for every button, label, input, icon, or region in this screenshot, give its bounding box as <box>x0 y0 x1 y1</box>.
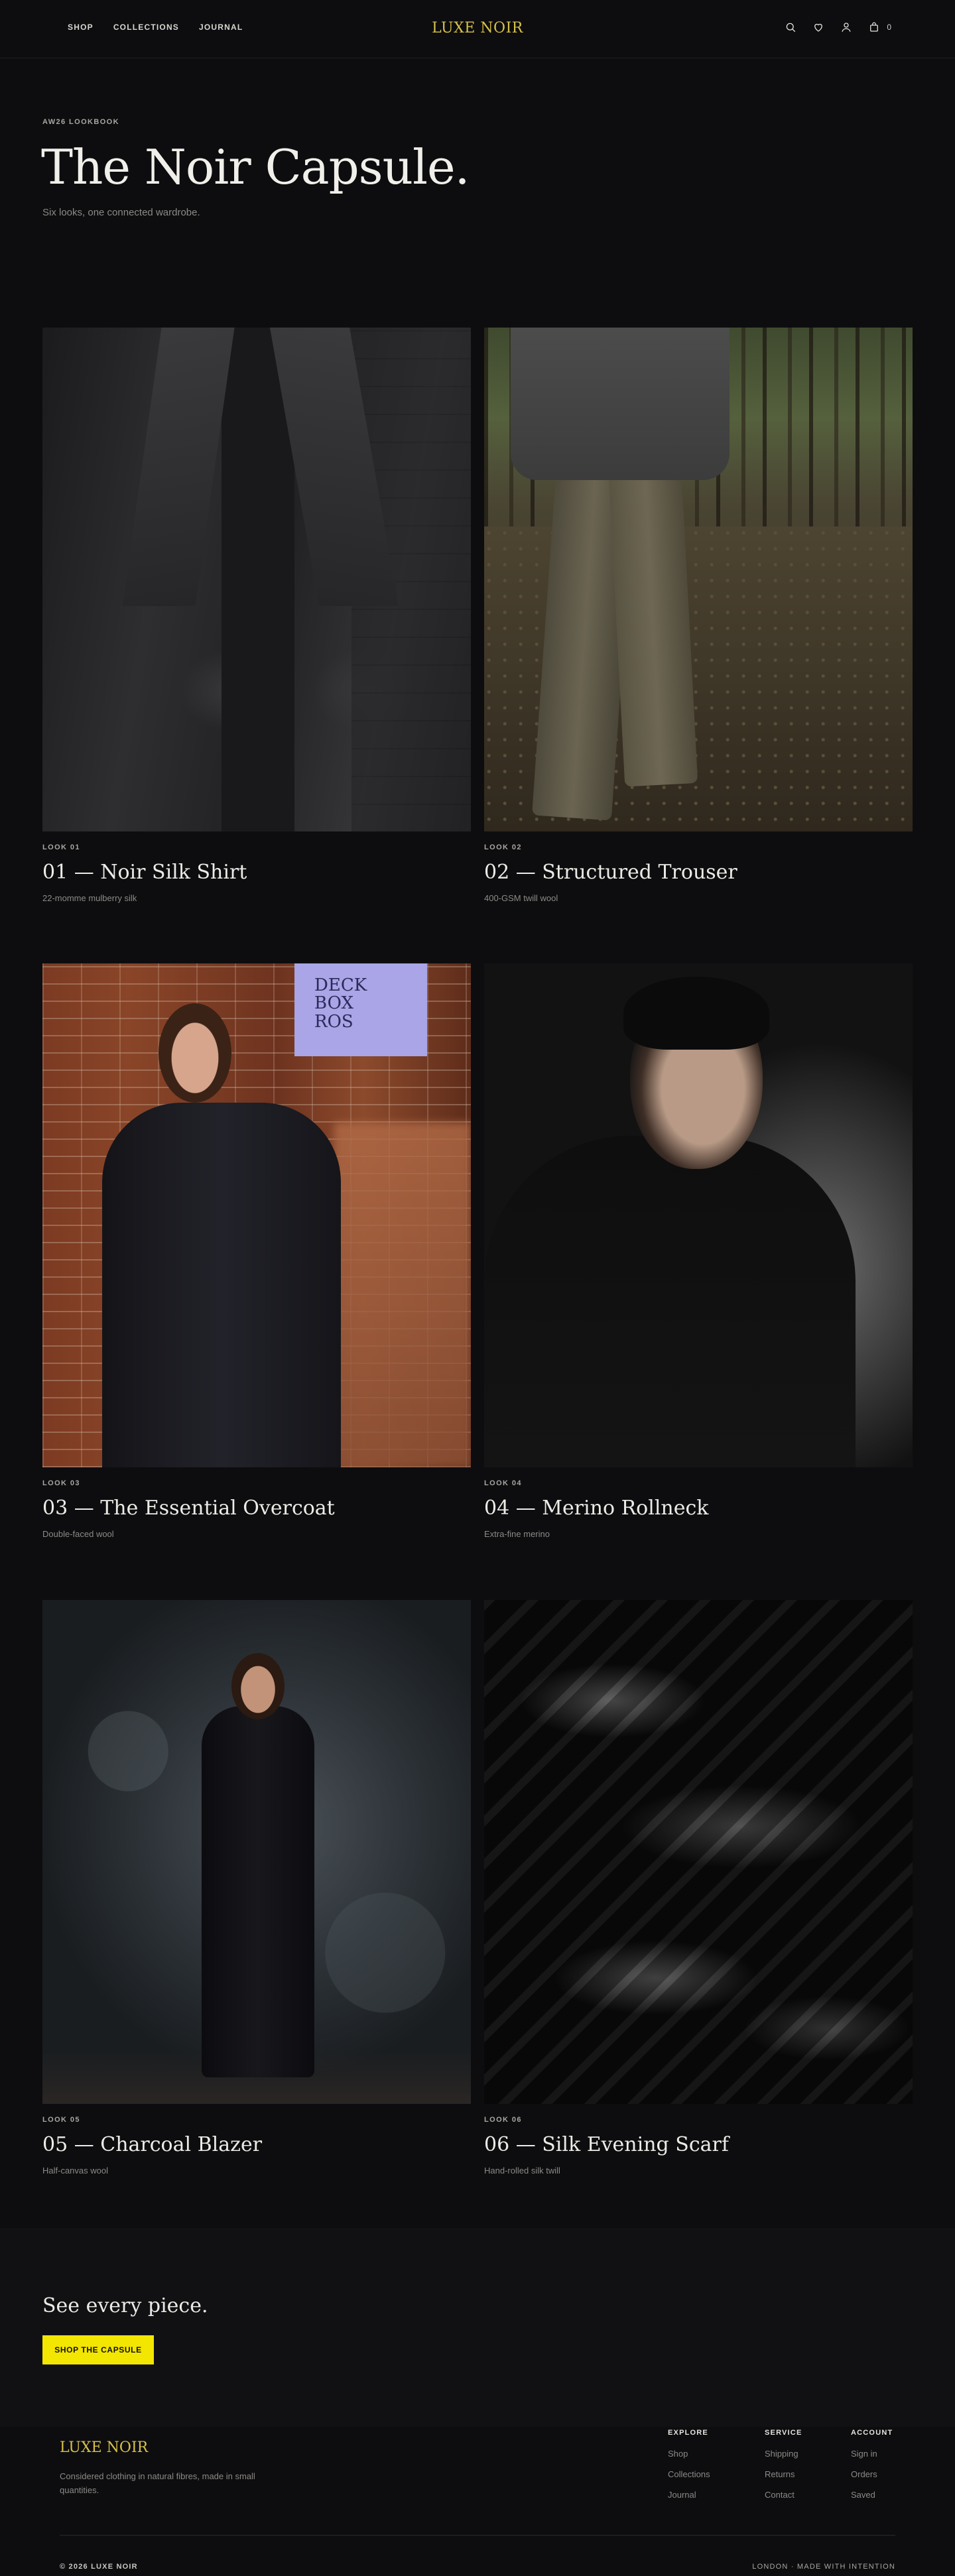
look-card[interactable]: LOOK 01 01 — Noir Silk Shirt 22-momme mu… <box>42 328 471 903</box>
footer-link-orders[interactable]: Orders <box>851 2469 893 2479</box>
look-name[interactable]: 03 — The Essential Overcoat <box>42 1497 471 1520</box>
look-description: Half-canvas wool <box>42 2166 108 2176</box>
footer-link-shop[interactable]: Shop <box>668 2449 710 2459</box>
look-image[interactable] <box>42 328 471 831</box>
look-label: LOOK 01 <box>42 843 80 851</box>
look-description: Hand-rolled silk twill <box>484 2166 560 2176</box>
heart-icon[interactable] <box>811 20 826 34</box>
footer-location: LONDON · MADE WITH INTENTION <box>752 2563 895 2571</box>
look-card[interactable]: LOOK 05 05 — Charcoal Blazer Half-canvas… <box>42 1600 471 2176</box>
look-image[interactable] <box>484 1600 913 2104</box>
look-image[interactable] <box>42 1600 471 2104</box>
footer-logo[interactable]: LUXE NOIR <box>60 2439 148 2456</box>
site-header: SHOP COLLECTIONS JOURNAL LUXE NOIR 0 <box>0 0 955 58</box>
footer-copyright: © 2026 LUXE NOIR <box>60 2563 138 2571</box>
bag-count: 0 <box>887 23 891 32</box>
footer-link-collections[interactable]: Collections <box>668 2469 710 2479</box>
look-label: LOOK 04 <box>484 1479 522 1487</box>
look-card[interactable]: LOOK 04 04 — Merino Rollneck Extra-fine … <box>484 963 913 1539</box>
footer-column-title: ACCOUNT <box>851 2429 893 2437</box>
look-name[interactable]: 05 — Charcoal Blazer <box>42 2133 471 2156</box>
footer-divider <box>60 2535 895 2536</box>
cta-title: See every piece. <box>42 2294 208 2317</box>
look-card[interactable]: DECK BOX ROS LOOK 03 03 — The Essential Ov… <box>42 963 471 1539</box>
cta-section <box>0 2228 955 2427</box>
user-icon[interactable] <box>839 20 854 34</box>
shop-capsule-button[interactable]: SHOP THE CAPSULE <box>42 2335 154 2364</box>
hero-subtitle: Six looks, one connected wardrobe. <box>42 207 200 218</box>
footer-column-account: ACCOUNT Sign in Orders Saved <box>851 2429 893 2510</box>
footer-link-shipping[interactable]: Shipping <box>765 2449 802 2459</box>
hero-eyebrow: AW26 LOOKBOOK <box>42 118 119 126</box>
look-label: LOOK 02 <box>484 843 522 851</box>
footer-link-returns[interactable]: Returns <box>765 2469 802 2479</box>
search-icon[interactable] <box>783 20 798 34</box>
footer-link-saved[interactable]: Saved <box>851 2490 893 2500</box>
footer-link-journal[interactable]: Journal <box>668 2490 710 2500</box>
look-label: LOOK 03 <box>42 1479 80 1487</box>
look-image[interactable]: DECK BOX ROS <box>42 963 471 1467</box>
footer-column-title: SERVICE <box>765 2429 802 2437</box>
look-name[interactable]: 04 — Merino Rollneck <box>484 1497 913 1520</box>
look-description: 400-GSM twill wool <box>484 893 558 903</box>
look-description: Double-faced wool <box>42 1529 114 1539</box>
look-name[interactable]: 01 — Noir Silk Shirt <box>42 861 471 884</box>
look-image[interactable] <box>484 328 913 831</box>
header-actions: 0 <box>783 20 891 34</box>
footer-tagline: Considered clothing in natural fibres, m… <box>60 2471 255 2495</box>
look-name[interactable]: 02 — Structured Trouser <box>484 861 913 884</box>
footer-column-title: EXPLORE <box>668 2429 708 2437</box>
footer-column-service: SERVICE Shipping Returns Contact <box>765 2429 802 2510</box>
look-description: 22-momme mulberry silk <box>42 893 137 903</box>
look-label: LOOK 06 <box>484 2116 522 2124</box>
look-label: LOOK 05 <box>42 2116 80 2124</box>
look-card[interactable]: LOOK 02 02 — Structured Trouser 400-GSM … <box>484 328 913 903</box>
bag-icon[interactable] <box>867 20 881 34</box>
look-image[interactable] <box>484 963 913 1467</box>
hero-title: The Noir Capsule. <box>41 139 470 195</box>
footer-column-explore: EXPLORE Shop Collections Journal <box>668 2429 710 2510</box>
footer-link-sign-in[interactable]: Sign in <box>851 2449 893 2459</box>
look-card[interactable]: LOOK 06 06 — Silk Evening Scarf Hand-rol… <box>484 1600 913 2176</box>
look-name[interactable]: 06 — Silk Evening Scarf <box>484 2133 913 2156</box>
look-description: Extra-fine merino <box>484 1529 550 1539</box>
footer-link-contact[interactable]: Contact <box>765 2490 802 2500</box>
